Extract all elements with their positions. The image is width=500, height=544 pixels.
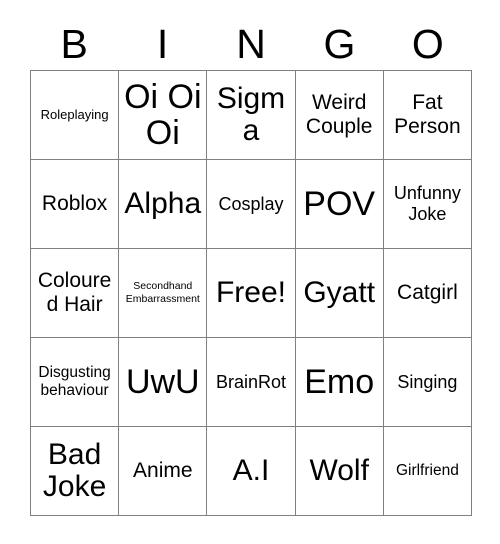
bingo-cell[interactable]: Catgirl [383,249,472,338]
bingo-card: B I N G O Roleplaying Oi Oi Oi Sigma Wei… [0,0,500,544]
bingo-cell-label: Catgirl [397,281,458,305]
bingo-cell[interactable]: Oi Oi Oi [119,71,208,160]
bingo-cell[interactable]: A.I [207,427,296,516]
bingo-header-letter-i: I [156,20,169,67]
bingo-cell-label: Gyatt [303,275,376,309]
bingo-cell-label: Wolf [309,453,369,487]
bingo-cell[interactable]: Cosplay [207,160,296,249]
bingo-header-row: B I N G O [30,18,472,70]
bingo-cell-label: UwU [125,362,200,401]
bingo-cell[interactable]: Roleplaying [31,71,120,160]
bingo-cell-label: Roleplaying [40,107,109,123]
bingo-cell-label: Anime [133,459,193,483]
bingo-header-letter-g: G [323,20,356,67]
bingo-cell[interactable]: POV [295,160,384,249]
bingo-cell-label: Emo [304,362,375,401]
bingo-cell[interactable]: Girlfriend [383,427,472,516]
bingo-cell-label: Unfunny Joke [393,183,461,224]
bingo-cell-label: Coloured Hair [37,269,112,316]
bingo-cell[interactable]: Singing [383,338,472,427]
bingo-cell[interactable]: UwU [119,338,208,427]
bingo-cell-label: Cosplay [218,193,284,214]
bingo-cell[interactable]: Disgusting behaviour [31,338,120,427]
bingo-grid: Roleplaying Oi Oi Oi Sigma Weird Couple … [30,70,472,516]
bingo-header-letter-b: B [60,20,88,67]
bingo-cell-label: Bad Joke [42,437,107,503]
bingo-cell[interactable]: Anime [119,427,208,516]
bingo-cell[interactable]: Weird Couple [295,71,384,160]
bingo-cell-label: Singing [397,371,458,392]
bingo-cell-label: BrainRot [215,371,286,392]
bingo-cell[interactable]: Secondhand Embarrassment [119,249,208,338]
bingo-cell-label: Alpha [124,186,202,220]
bingo-cell[interactable]: BrainRot [207,338,296,427]
bingo-cell-label: Oi Oi Oi [124,77,202,152]
bingo-cell[interactable]: Unfunny Joke [383,160,472,249]
bingo-cell[interactable]: Sigma [207,71,296,160]
bingo-cell[interactable]: Bad Joke [31,427,120,516]
bingo-cell-label: Disgusting behaviour [38,364,111,399]
bingo-cell[interactable]: Fat Person [383,71,472,160]
bingo-header-letter-n: N [236,20,266,67]
bingo-header-letter-o: O [411,20,444,67]
bingo-cell-label: Sigma [216,81,286,147]
bingo-cell-label: Weird Couple [305,91,373,138]
bingo-cell[interactable]: Roblox [31,160,120,249]
bingo-cell-free[interactable]: Free! [207,249,296,338]
bingo-cell-label: Secondhand Embarrassment [125,280,200,305]
bingo-cell[interactable]: Alpha [119,160,208,249]
bingo-cell-label: A.I [232,453,270,487]
bingo-cell[interactable]: Coloured Hair [31,249,120,338]
bingo-cell[interactable]: Emo [295,338,384,427]
bingo-cell[interactable]: Wolf [295,427,384,516]
bingo-cell-label: Free! [215,275,286,309]
bingo-cell-label: Fat Person [394,91,461,138]
bingo-cell-label: Roblox [41,192,108,216]
bingo-cell[interactable]: Gyatt [295,249,384,338]
bingo-cell-label: Girlfriend [395,462,459,480]
bingo-cell-label: POV [303,184,376,223]
